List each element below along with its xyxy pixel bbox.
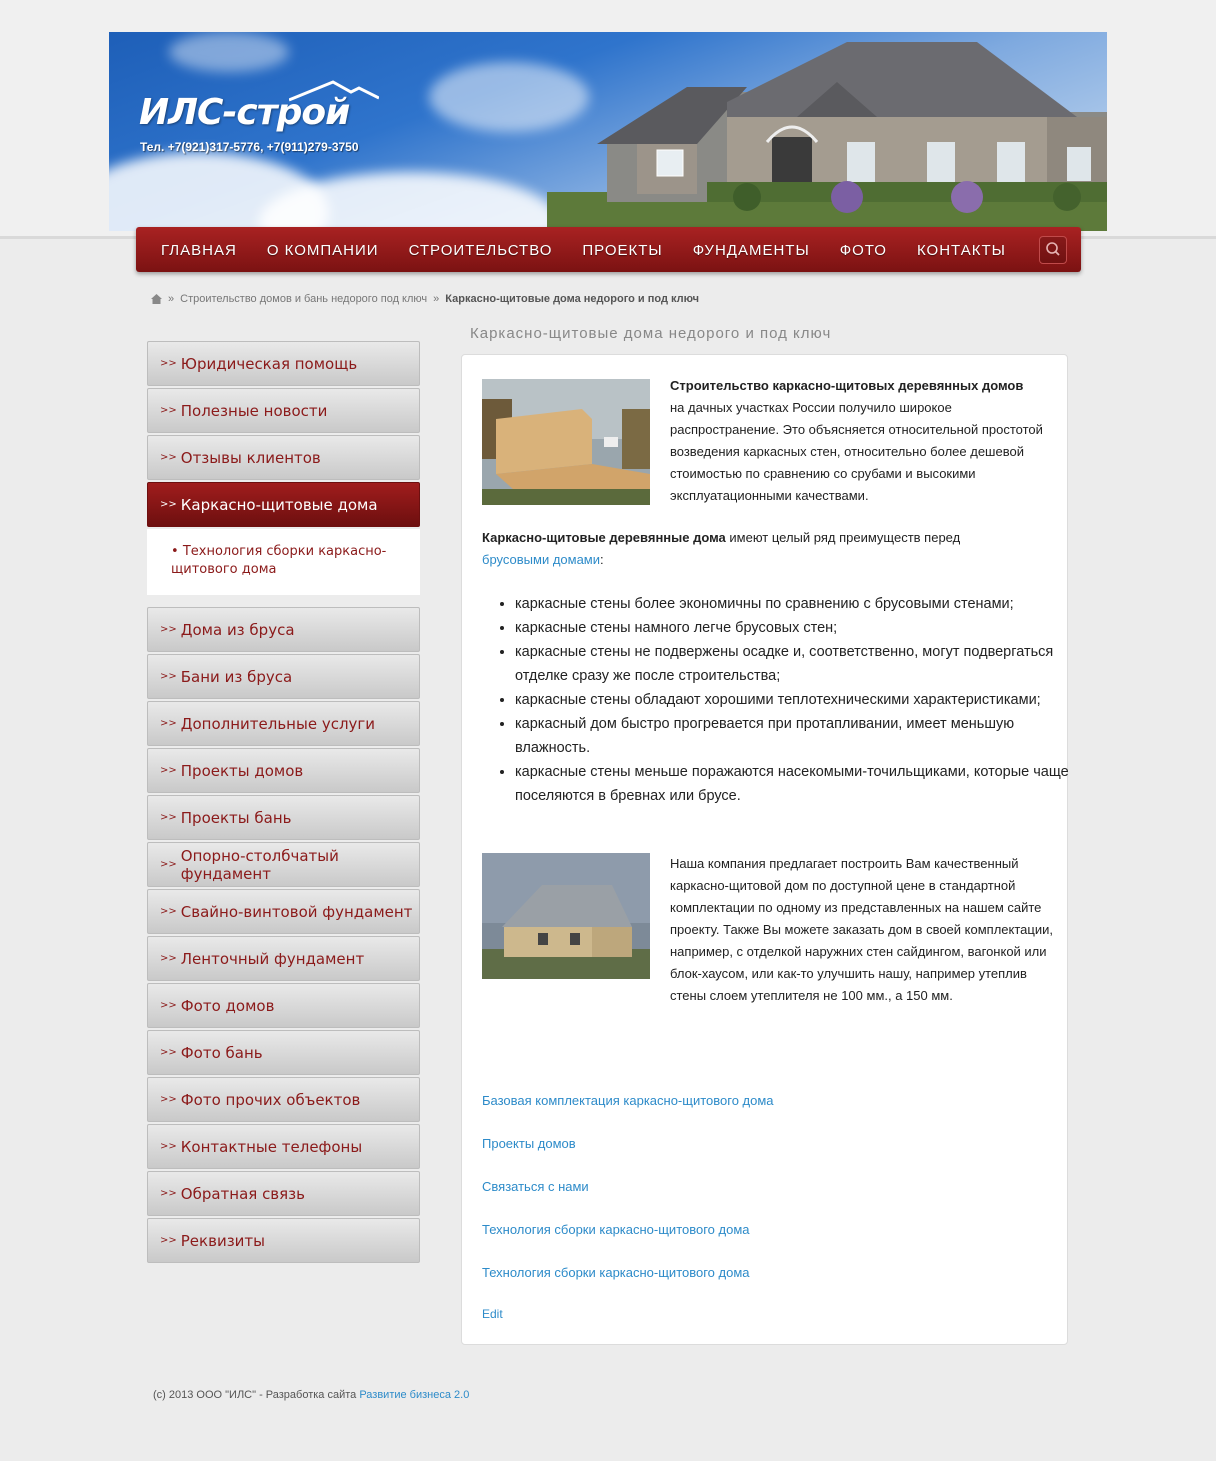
nav-item-foundations[interactable]: ФУНДАМЕНТЫ: [678, 227, 825, 272]
chevron-icon: >>: [160, 452, 177, 463]
developer-link[interactable]: Развитие бизнеса 2.0: [359, 1389, 469, 1401]
main-nav: ГЛАВНАЯ О КОМПАНИИ СТРОИТЕЛЬСТВО ПРОЕКТЫ…: [136, 227, 1081, 272]
chevron-icon: >>: [160, 812, 177, 823]
list-item: каркасные стены обладают хорошими теплот…: [515, 688, 1075, 712]
sidebar-item-phones[interactable]: >> Контактные телефоны: [147, 1124, 420, 1169]
assembly-tech-link-2[interactable]: Технология сборки каркасно-щитового дома: [482, 1265, 750, 1280]
nav-item-photo[interactable]: ФОТО: [825, 227, 902, 272]
chevron-icon: >>: [160, 1094, 177, 1105]
breadcrumb-separator: »: [168, 293, 175, 305]
sidebar-subitem-assembly[interactable]: • Технология сборки каркасно-щитового до…: [147, 529, 420, 595]
basic-config-link[interactable]: Базовая комплектация каркасно-щитового д…: [482, 1093, 774, 1108]
chevron-icon: >>: [160, 1047, 177, 1058]
intro-paragraph: Строительство каркасно-щитовых деревянны…: [670, 378, 1043, 503]
chevron-icon: >>: [160, 671, 177, 682]
sidebar-item-bath-photos[interactable]: >> Фото бань: [147, 1030, 420, 1075]
header-banner: ИЛС-строй Тел. +7(921)317-5776, +7(911)2…: [109, 32, 1107, 231]
roof-logo-icon: [289, 80, 379, 102]
sidebar-item-news[interactable]: >> Полезные новости: [147, 388, 420, 433]
sidebar-item-reviews[interactable]: >> Отзывы клиентов: [147, 435, 420, 480]
timber-houses-link[interactable]: брусовыми домами: [482, 552, 600, 567]
list-item: каркасные стены меньше поражаются насеко…: [515, 760, 1075, 808]
breadcrumb-current: Каркасно-щитовые дома недорого и под клю…: [445, 293, 699, 305]
chevron-icon: >>: [160, 405, 177, 416]
frame-house-construction-image: [482, 379, 650, 505]
related-links: Базовая комплектация каркасно-щитового д…: [482, 1093, 774, 1308]
nav-item-home[interactable]: ГЛАВНАЯ: [146, 227, 252, 272]
footer: (c) 2013 ООО "ИЛС" - Разработка сайта Ра…: [153, 1389, 470, 1401]
chevron-icon: >>: [160, 765, 177, 776]
sidebar-item-extra-services[interactable]: >> Дополнительные услуги: [147, 701, 420, 746]
chevron-icon: >>: [160, 1000, 177, 1011]
sidebar-item-house-photos[interactable]: >> Фото домов: [147, 983, 420, 1028]
logo[interactable]: ИЛС-строй: [139, 80, 379, 133]
assembly-tech-link[interactable]: Технология сборки каркасно-щитового дома: [482, 1222, 750, 1237]
breadcrumb-separator: »: [433, 293, 440, 305]
nav-item-contacts[interactable]: КОНТАКТЫ: [902, 227, 1021, 272]
chevron-icon: >>: [160, 624, 177, 635]
sidebar-item-feedback[interactable]: >> Обратная связь: [147, 1171, 420, 1216]
chevron-icon: >>: [160, 953, 177, 964]
chevron-icon: >>: [160, 1188, 177, 1199]
chevron-icon: >>: [160, 499, 177, 510]
nav-item-construction[interactable]: СТРОИТЕЛЬСТВО: [394, 227, 568, 272]
home-icon[interactable]: [151, 294, 162, 304]
edit-link[interactable]: Edit: [482, 1307, 503, 1321]
sidebar-item-frame-houses[interactable]: >> Каркасно-щитовые дома: [147, 482, 420, 527]
breadcrumb: » Строительство домов и бань недорого по…: [151, 293, 699, 305]
page-title: Каркасно-щитовые дома недорого и под клю…: [470, 325, 832, 342]
list-item: каркасные стены не подвержены осадке и, …: [515, 640, 1075, 688]
sidebar-item-other-photos[interactable]: >> Фото прочих объектов: [147, 1077, 420, 1122]
chevron-icon: >>: [160, 1141, 177, 1152]
sidebar-item-strip-foundation[interactable]: >> Ленточный фундамент: [147, 936, 420, 981]
advantages-list: каркасные стены более экономичны по срав…: [495, 592, 1075, 808]
list-item: каркасный дом быстро прогревается при пр…: [515, 712, 1075, 760]
sidebar-item-bath-projects[interactable]: >> Проекты бань: [147, 795, 420, 840]
sidebar-menu: >> Юридическая помощь >> Полезные новости …: [147, 341, 420, 1265]
phone-number: Тел. +7(921)317-5776, +7(911)279-3750: [140, 140, 359, 154]
search-button[interactable]: [1039, 236, 1067, 264]
sidebar-item-timber-baths[interactable]: >> Бани из бруса: [147, 654, 420, 699]
contact-us-link[interactable]: Связаться с нами: [482, 1179, 589, 1194]
content-panel: Строительство каркасно-щитовых деревянны…: [461, 354, 1069, 1345]
chevron-icon: >>: [160, 859, 177, 870]
chevron-icon: >>: [160, 906, 177, 917]
search-icon: [1046, 242, 1060, 256]
sidebar-item-legal[interactable]: >> Юридическая помощь: [147, 341, 420, 386]
sidebar-item-column-foundation[interactable]: >> Опорно-столбчатый фундамент: [147, 842, 420, 887]
frame-house-image: [482, 853, 650, 979]
chevron-icon: >>: [160, 358, 177, 369]
house-projects-link[interactable]: Проекты домов: [482, 1136, 576, 1151]
nav-item-about[interactable]: О КОМПАНИИ: [252, 227, 394, 272]
chevron-icon: >>: [160, 718, 177, 729]
nav-item-projects[interactable]: ПРОЕКТЫ: [567, 227, 677, 272]
sidebar-item-requisites[interactable]: >> Реквизиты: [147, 1218, 420, 1263]
breadcrumb-parent[interactable]: Строительство домов и бань недорого под …: [180, 293, 427, 305]
list-item: каркасные стены более экономичны по срав…: [515, 592, 1075, 616]
house-illustration: [547, 42, 1107, 231]
list-item: каркасные стены намного легче брусовых с…: [515, 616, 1075, 640]
sidebar-item-house-projects[interactable]: >> Проекты домов: [147, 748, 420, 793]
sidebar-item-timber-houses[interactable]: >> Дома из бруса: [147, 607, 420, 652]
chevron-icon: >>: [160, 1235, 177, 1246]
offer-paragraph: Наша компания предлагает построить Вам к…: [482, 853, 1054, 1007]
sidebar-item-screw-foundation[interactable]: >> Свайно-винтовой фундамент: [147, 889, 420, 934]
advantages-intro: Каркасно-щитовые деревянные дома имеют ц…: [482, 530, 961, 567]
